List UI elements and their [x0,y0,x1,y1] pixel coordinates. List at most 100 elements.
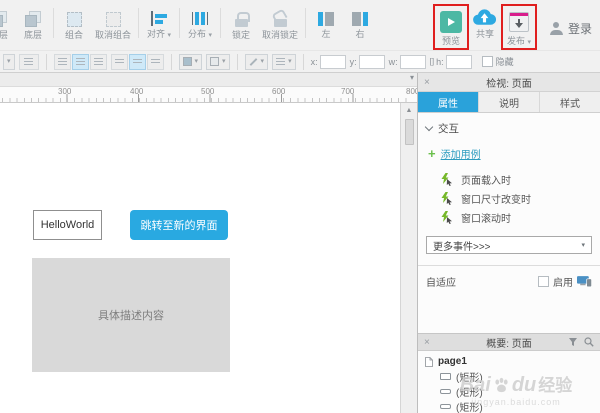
inspector-panel: × 检视: 页面 属性 说明 样式 交互 + 添加用例 页面载入时 [417,73,600,413]
inspector-title: 检视: 页面 [486,75,532,90]
event-page-load[interactable]: 页面载入时 [440,170,592,189]
close-icon[interactable]: × [424,334,430,350]
close-icon[interactable]: × [424,73,430,91]
hello-world-widget[interactable]: HelloWorld [33,210,102,240]
add-case-link[interactable]: + 添加用例 [428,146,592,161]
toolbar-separator [305,8,306,38]
event-window-scroll[interactable]: 窗口滚动时 [440,208,592,227]
tab-notes[interactable]: 说明 [479,92,540,112]
share-button[interactable]: 共享 [470,4,500,39]
align-right-icon [352,11,368,26]
x-input[interactable] [320,55,346,69]
description-rect-widget[interactable]: 具体描述内容 [32,258,230,372]
group-icon [67,12,82,27]
bottom-layer-button[interactable]: 底层 [16,0,50,40]
plus-icon: + [428,147,436,160]
vertical-scrollbar: ▲ [400,103,417,413]
hide-checkbox[interactable] [482,56,493,67]
canvas-column: ▾ 300 400 500 600 700 800 HelloWorld 跳转至… [0,73,417,413]
ungroup-button[interactable]: 取消组合 [91,0,135,40]
vertical-align-middle-button[interactable] [129,54,146,70]
preview-button[interactable]: 预览 [438,9,464,46]
ruler-tick-label: 600 [272,88,285,96]
play-icon [440,11,462,33]
ruler-tick-label: 700 [341,88,354,96]
tree-item-rectangle[interactable]: (矩形) [425,384,600,399]
vertical-align-group [111,54,164,70]
y-field: y: [350,55,385,69]
text-align-left-button[interactable] [54,54,71,70]
inspector-header: × 检视: 页面 [418,73,600,92]
event-window-resize[interactable]: 窗口尺寸改变时 [440,189,592,208]
search-icon[interactable] [584,337,594,347]
fill-color-dropdown[interactable]: ▾ [179,54,203,70]
caret-down-icon: ▾ [222,58,226,65]
layers-bottom-icon [25,11,41,27]
toolbar-separator [220,8,221,38]
vertical-align-bottom-button[interactable] [147,54,164,70]
tree-item-rectangle[interactable]: (矩形) [425,369,600,384]
toolbar-separator [237,54,238,70]
adaptive-section: 自适应 启用 [426,274,592,289]
cloud-upload-icon [472,9,497,26]
toolbar-separator [138,8,139,38]
w-input[interactable] [400,55,426,69]
text-color-swatch [210,57,219,66]
adaptive-enable-checkbox[interactable] [538,276,549,287]
event-bolt-cursor-icon [440,173,453,186]
login-button[interactable]: 登录 [550,20,592,37]
link-dimensions-icon[interactable]: [] [430,57,434,66]
tree-item-rectangle[interactable]: (矩形) [425,399,600,413]
main-area: ▾ 300 400 500 600 700 800 HelloWorld 跳转至… [0,73,600,413]
distribute-button[interactable]: 分布 ▾ [183,0,217,39]
align-right-button[interactable]: 右 [343,0,377,39]
design-canvas[interactable]: HelloWorld 跳转至新的界面 具体描述内容 [0,103,400,413]
align-button[interactable]: 对齐 ▾ [142,0,176,39]
group-button[interactable]: 组合 [57,0,91,40]
event-bolt-cursor-icon [440,211,453,224]
pencil-icon [249,58,257,66]
scrollbar-thumb[interactable] [405,119,414,145]
publish-button[interactable]: 发布 ▾ [506,9,532,46]
text-align-group [54,54,107,70]
y-input[interactable] [359,55,385,69]
rectangle-icon [440,373,451,380]
hide-option: 隐藏 [482,55,514,68]
border-color-dropdown[interactable]: ▾ [245,54,269,70]
lock-button[interactable]: 锁定 [224,0,258,40]
jump-button-widget[interactable]: 跳转至新的界面 [130,210,228,240]
filter-icon[interactable] [568,337,578,347]
devices-icon[interactable] [577,276,592,287]
caret-down-icon: ▾ [261,58,265,65]
toolbar-separator [46,54,47,70]
fill-color-swatch [183,57,192,66]
ruler-tick-label: 800 [406,88,417,96]
align-left-button[interactable]: 左 [309,0,343,39]
ruler-options-caret-icon[interactable]: ▾ [410,74,414,82]
user-icon [550,22,563,35]
tree-item-page1[interactable]: page1 [425,354,600,369]
section-divider [418,265,600,266]
outline-tree: page1 (矩形) (矩形) (矩形) [418,351,600,413]
vertical-align-top-button[interactable] [111,54,128,70]
border-style-dropdown[interactable]: ▾ [272,54,296,70]
caret-down-icon: ▾ [195,58,199,65]
line-spacing-button[interactable] [19,54,39,70]
text-align-right-button[interactable] [90,54,107,70]
h-field: [] h: [430,55,472,69]
h-input[interactable] [446,55,472,69]
more-events-dropdown[interactable]: 更多事件>>> ▾ [426,236,592,254]
interaction-section-header[interactable]: 交互 [426,121,592,136]
font-style-dropdown[interactable]: ▾ [3,54,15,70]
text-align-center-button[interactable] [72,54,89,70]
tab-style[interactable]: 样式 [540,92,600,112]
top-layer-button[interactable]: 顶层 [0,0,16,40]
tab-properties[interactable]: 属性 [418,92,479,112]
border-style-icon [276,58,285,66]
unlock-button[interactable]: 取消锁定 [258,0,302,40]
ruler-tick-label: 400 [130,88,143,96]
text-color-dropdown[interactable]: ▾ [206,54,230,70]
w-field: w: [389,55,426,69]
scroll-up-button[interactable]: ▲ [401,103,417,117]
inspector-tabs: 属性 说明 样式 [418,92,600,113]
